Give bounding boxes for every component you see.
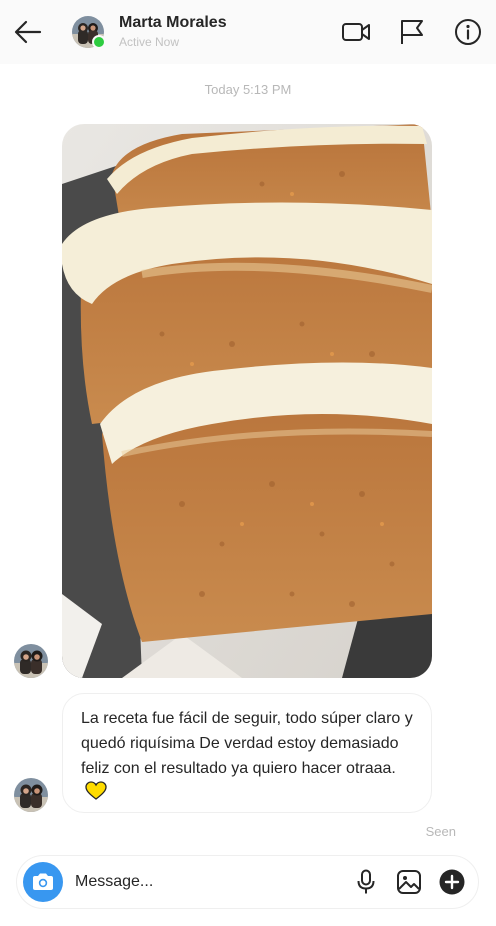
message-timestamp: Today 5:13 PM [204, 82, 292, 97]
voice-message-button[interactable] [353, 869, 379, 895]
microphone-icon [357, 869, 375, 894]
report-button[interactable] [396, 16, 428, 48]
message-bubble[interactable]: La receta fue fácil de seguir, todo súpe… [62, 693, 432, 813]
message-text: La receta fue fácil de seguir, todo súpe… [81, 710, 413, 777]
flag-icon [401, 20, 423, 44]
message-input[interactable] [75, 866, 335, 898]
active-status-dot [92, 35, 106, 49]
back-arrow-icon [14, 20, 42, 44]
sender-avatar[interactable] [14, 778, 48, 812]
sender-avatar[interactable] [14, 644, 48, 678]
video-call-button[interactable] [340, 16, 372, 48]
plus-icon [439, 869, 465, 895]
message-composer [16, 855, 479, 909]
image-icon [397, 870, 421, 894]
active-status: Active Now [119, 35, 180, 49]
details-button[interactable] [452, 16, 484, 48]
yellow-heart-icon [85, 781, 107, 800]
photo-message[interactable] [62, 124, 432, 678]
video-camera-icon [342, 23, 370, 41]
contact-name[interactable]: Marta Morales [119, 14, 227, 32]
camera-icon [33, 873, 53, 890]
seen-indicator: Seen [425, 824, 456, 839]
back-button[interactable] [12, 16, 44, 48]
info-icon [455, 19, 481, 45]
camera-button[interactable] [23, 862, 63, 902]
more-options-button[interactable] [439, 869, 465, 895]
gallery-button[interactable] [396, 869, 422, 895]
chat-header: Marta Morales Active Now [0, 0, 496, 64]
